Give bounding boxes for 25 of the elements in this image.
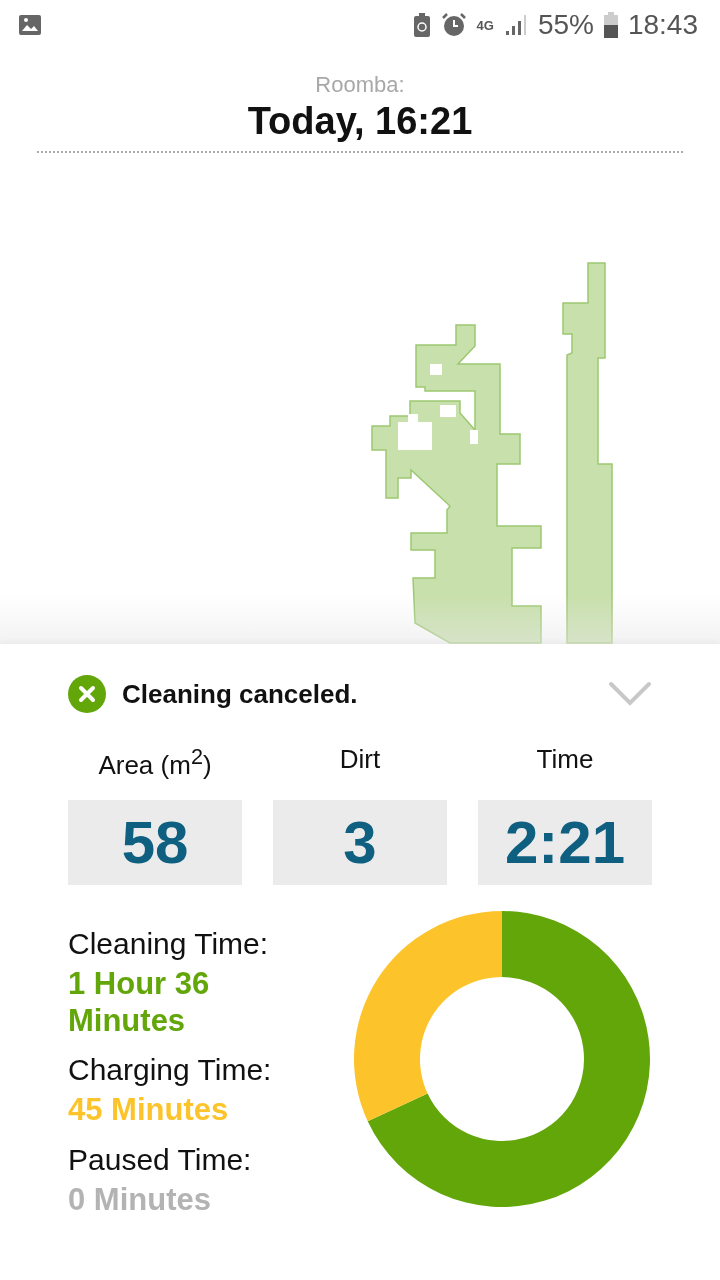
robot-name: Roomba: bbox=[315, 72, 405, 98]
clock-time: 18:43 bbox=[627, 9, 698, 41]
time-value: 0 Minutes bbox=[68, 1180, 212, 1218]
battery-saver-icon bbox=[412, 12, 431, 38]
metric-value: 2:21 bbox=[478, 800, 652, 885]
alarm-icon bbox=[440, 12, 467, 38]
chevron-down-icon[interactable] bbox=[608, 681, 652, 707]
metric-label: Dirt bbox=[339, 744, 381, 776]
time-label: Paused Time: bbox=[68, 1142, 253, 1177]
time-value: 45 Minutes bbox=[68, 1091, 230, 1129]
image-icon bbox=[18, 13, 42, 37]
time-value: 1 Hour 36 Minutes bbox=[68, 965, 211, 1040]
battery-icon bbox=[603, 12, 618, 38]
metric-label: Area (m$^{2}$) bbox=[98, 744, 212, 782]
cancel-icon bbox=[68, 675, 106, 713]
battery-percent: 55% bbox=[537, 9, 594, 41]
network-type: 4G bbox=[476, 18, 494, 32]
signal-icon bbox=[503, 13, 528, 37]
metric-label: Time bbox=[536, 744, 594, 776]
time-label: Charging Time: bbox=[68, 1053, 273, 1088]
metric-value: 58 bbox=[68, 800, 242, 885]
session-title: Today, 16:21 bbox=[247, 100, 473, 143]
status-message: Cleaning canceled. bbox=[122, 678, 359, 710]
metric-value: 3 bbox=[273, 800, 447, 885]
time-label: Cleaning Time: bbox=[68, 927, 270, 961]
